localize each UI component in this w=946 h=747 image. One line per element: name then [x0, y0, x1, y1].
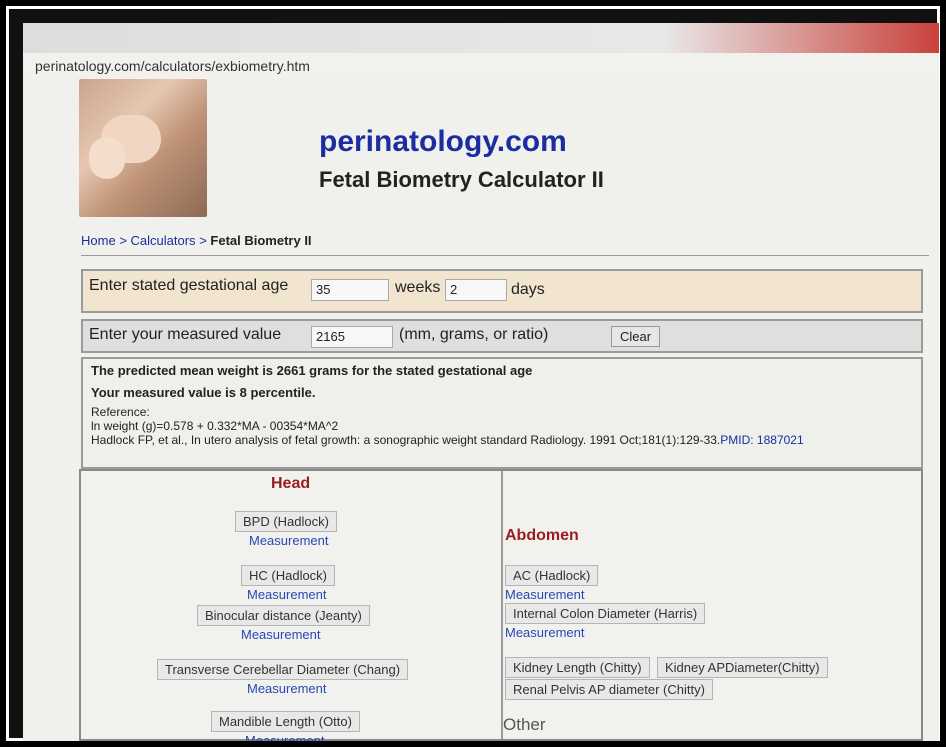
tcd-measurement-link[interactable]: Measurement: [247, 681, 326, 696]
weeks-input[interactable]: 35: [311, 279, 389, 301]
citation: Hadlock FP, et al., In utero analysis of…: [91, 433, 804, 447]
renal-pelvis-button[interactable]: Renal Pelvis AP diameter (Chitty): [505, 679, 713, 700]
percentile-text: Your measured value is 8 percentile.: [91, 385, 316, 400]
measured-value-row: Enter your measured value 2165 (mm, gram…: [81, 319, 923, 353]
address-url[interactable]: perinatology.com/calculators/exbiometry.…: [35, 58, 310, 74]
breadcrumb: Home > Calculators > Fetal Biometry II: [81, 233, 312, 248]
breadcrumb-current: Fetal Biometry II: [210, 233, 312, 248]
breadcrumb-sep: >: [119, 233, 127, 248]
kidney-length-button[interactable]: Kidney Length (Chitty): [505, 657, 650, 678]
icd-measurement-link[interactable]: Measurement: [505, 625, 584, 640]
predicted-weight-text: The predicted mean weight is 2661 grams …: [91, 363, 533, 378]
reference-label: Reference:: [91, 405, 150, 419]
breadcrumb-home[interactable]: Home: [81, 233, 116, 248]
divider-line: [81, 255, 929, 256]
baby-hand-photo: [79, 79, 207, 217]
address-bar[interactable]: perinatology.com/calculators/exbiometry.…: [23, 53, 939, 80]
internal-colon-diameter-button[interactable]: Internal Colon Diameter (Harris): [505, 603, 706, 624]
breadcrumb-calculators[interactable]: Calculators: [131, 233, 196, 248]
other-section-title: Other: [503, 715, 546, 734]
clear-button[interactable]: Clear: [611, 326, 661, 347]
pmid-link[interactable]: PMID: 1887021: [720, 433, 803, 447]
days-label: days: [511, 281, 545, 298]
bpd-hadlock-button[interactable]: BPD (Hadlock): [235, 511, 337, 532]
mandible-measurement-link[interactable]: Measurement: [245, 733, 324, 741]
head-section-title: Head: [271, 475, 311, 492]
units-label: (mm, grams, or ratio): [399, 326, 549, 343]
ac-hadlock-button[interactable]: AC (Hadlock): [505, 565, 599, 586]
result-panel: The predicted mean weight is 2661 grams …: [81, 357, 923, 469]
formula-text: ln weight (g)=0.578 + 0.332*MA - 00354*M…: [91, 419, 339, 433]
measured-value-input[interactable]: 2165: [311, 326, 393, 348]
bpd-measurement-link[interactable]: Measurement: [249, 533, 328, 548]
tcd-chang-button[interactable]: Transverse Cerebellar Diameter (Chang): [157, 659, 409, 680]
binocular-measurement-link[interactable]: Measurement: [241, 627, 320, 642]
abdomen-section-title: Abdomen: [505, 527, 579, 544]
column-divider: [501, 471, 503, 739]
site-name[interactable]: perinatology.com: [319, 125, 567, 159]
ga-label: Enter stated gestational age: [89, 277, 289, 294]
weeks-label: weeks: [395, 279, 441, 296]
breadcrumb-sep: >: [199, 233, 207, 248]
mandible-length-button[interactable]: Mandible Length (Otto): [211, 711, 360, 732]
ac-measurement-link[interactable]: Measurement: [505, 587, 584, 602]
page-content: perinatology.com Fetal Biometry Calculat…: [23, 79, 939, 741]
monitor-screen: perinatology.com/calculators/exbiometry.…: [23, 23, 939, 741]
gestational-age-row: Enter stated gestational age 35 weeks 2 …: [81, 269, 923, 313]
hc-hadlock-button[interactable]: HC (Hadlock): [241, 565, 336, 586]
photo-frame: perinatology.com/calculators/exbiometry.…: [6, 6, 940, 741]
binocular-distance-button[interactable]: Binocular distance (Jeanty): [197, 605, 370, 626]
measured-label: Enter your measured value: [89, 326, 282, 343]
citation-text: Hadlock FP, et al., In utero analysis of…: [91, 433, 721, 447]
measurements-grid: Head BPD (Hadlock) Measurement HC (Hadlo…: [79, 469, 923, 741]
page-title: Fetal Biometry Calculator II: [319, 167, 604, 192]
photo-finger-shape: [89, 137, 125, 179]
kidney-ap-diameter-button[interactable]: Kidney APDiameter(Chitty): [657, 657, 828, 678]
hc-measurement-link[interactable]: Measurement: [247, 587, 326, 602]
browser-top-bar: [23, 23, 939, 53]
days-input[interactable]: 2: [445, 279, 507, 301]
